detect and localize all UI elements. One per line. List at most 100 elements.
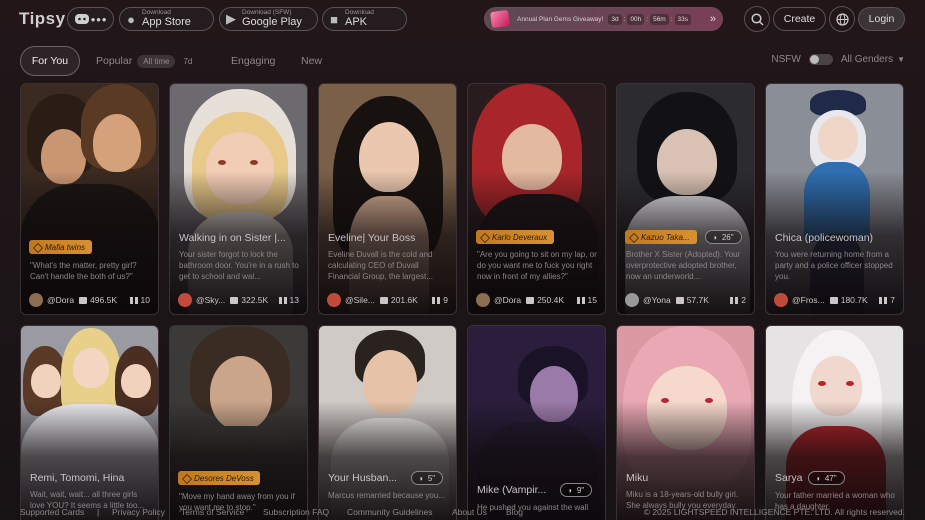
footer-link-supported-cards[interactable]: Supported Cards [20,507,84,517]
apple-icon: ● [127,11,135,27]
card-description: Eveline Duvall is the cold and calculati… [328,250,433,281]
android-icon: ■ [330,11,338,27]
card-title: Eveline| Your Boss [328,232,416,244]
character-card[interactable]: Eveline| Your Boss Eveline Duvall is the… [318,83,457,315]
top-header: Tipsy ••• ● Download App Store ▶ Download… [0,0,925,40]
store-name: APK [345,16,368,29]
tab-popular[interactable]: Popular All time 7d [96,46,198,76]
gender-dropdown[interactable]: All Genders [841,54,893,65]
sound-icon: ◗ [713,232,718,242]
avatar [476,293,490,307]
chat-icon [829,296,838,304]
character-card[interactable]: Karlo Deveraux "Are you going to sit on … [467,83,606,315]
sound-icon: ◗ [816,473,821,483]
card-title: Walking in on Sister |... [179,232,286,244]
tab-for-you[interactable]: For You [20,46,80,76]
tab-popular-label: Popular [96,55,133,67]
nsfw-toggle[interactable] [808,54,833,65]
voice-duration: 26" [721,232,734,242]
avatar [327,293,341,307]
footer-link-privacy[interactable]: Privacy Policy [112,507,165,517]
card-title: Remi, Tomomi, Hina [30,472,125,484]
globe-icon [835,12,849,26]
discord-icon[interactable] [74,13,90,25]
card-stats: @Dora 496.5K 10 [29,292,150,308]
tab-new[interactable]: New [301,46,322,76]
book-count: 9 [443,295,448,305]
card-description: "What's the matter, pretty girl? Can't h… [30,261,137,281]
author-name[interactable]: @Sile... [345,295,375,305]
book-icon [432,296,441,304]
author-name[interactable]: @Sky... [196,295,225,305]
book-icon [879,296,888,304]
character-card[interactable]: Remi, Tomomi, Hina Wait, wait, wait... a… [20,325,159,520]
footer-link-terms[interactable]: Terms of Service [181,507,244,517]
voice-duration-badge[interactable]: ◗ 26" [705,230,742,244]
nsfw-label: NSFW [771,54,801,65]
voice-duration: 9" [576,485,585,495]
store-name: App Store [142,16,191,29]
chat-icon [379,296,388,304]
chevron-down-icon: ▼ [897,55,905,64]
book-count: 10 [140,295,150,305]
countdown-days: 3d [608,13,622,25]
book-icon [278,296,287,304]
login-button[interactable]: Login [858,7,905,31]
character-card[interactable]: Walking in on Sister |... Your sister fo… [169,83,308,315]
footer-link-community[interactable]: Community Guidelines [347,507,433,517]
avatar [625,293,639,307]
voice-duration-badge[interactable]: ◗ 47" [808,471,845,485]
chat-icon [79,296,88,304]
character-card[interactable]: Mafia twins "What's the matter, pretty g… [20,83,159,315]
character-tag: Mafia twins [29,240,93,254]
card-description: "Are you going to sit on my lap, or do y… [477,250,597,281]
create-button[interactable]: Create [773,7,826,31]
footer-divider: | [97,507,100,517]
voice-duration-badge[interactable]: ◗ 5" [411,471,444,485]
book-count: 2 [741,295,746,305]
card-title: Mike (Vampir... [477,484,547,496]
promo-banner[interactable]: Annual Plan Gems Giveaway! 3d : 00h : 56… [484,7,723,31]
download-apk-button[interactable]: ■ Download APK [322,7,407,31]
card-description: Your sister forgot to lock the bathroom … [179,250,299,281]
footer-link-subscription-faq[interactable]: Subscription FAQ [263,507,329,517]
footer-link-about[interactable]: About Us [452,507,487,517]
voice-duration: 5" [427,473,436,483]
filter-all-time[interactable]: All time [137,54,176,68]
footer-link-blog[interactable]: Blog [506,507,523,517]
character-grid: Mafia twins "What's the matter, pretty g… [20,83,905,520]
more-icon[interactable]: ••• [91,12,108,27]
voice-duration-badge[interactable]: ◗ 9" [560,483,593,497]
character-card[interactable]: Sarya ◗ 47" Your father married a woman w… [765,325,904,520]
author-name[interactable]: @Fros... [792,295,825,305]
social-group: ••• [67,7,114,31]
character-card[interactable]: Miku Miku is a 18-years-old bully girl. … [616,325,755,520]
character-card[interactable]: Mike (Vampir... ◗ 9" He pushed you agains… [467,325,606,520]
search-button[interactable] [744,6,770,32]
voice-duration: 47" [824,473,837,483]
logo[interactable]: Tipsy [19,9,66,29]
language-button[interactable] [829,6,855,32]
tab-engaging[interactable]: Engaging [231,46,275,76]
avatar [774,293,788,307]
character-card[interactable]: Chica (policewoman) You were returning h… [765,83,904,315]
character-card[interactable]: Your Husban... ◗ 5" Marcus remarried beca… [318,325,457,520]
author-name[interactable]: @Yona [643,295,671,305]
gem-icon [489,9,511,29]
countdown-hours: 00h [627,13,645,25]
book-icon [129,296,138,304]
card-stats: @Sile... 201.6K 9 [327,292,448,308]
author-name[interactable]: @Dora [47,295,74,305]
sound-icon: ◗ [419,473,424,483]
chat-icon [526,296,535,304]
author-name[interactable]: @Dora [494,295,521,305]
chat-icon [675,296,684,304]
chat-count: 322.5K [241,295,269,305]
download-google-play-button[interactable]: ▶ Download (SFW) Google Play [219,7,318,31]
book-count: 7 [890,295,895,305]
filter-7d[interactable]: 7d [177,55,198,68]
character-card[interactable]: Desores DeVoss "Move my hand away from y… [169,325,308,520]
chat-count: 201.6K [390,295,418,305]
character-card[interactable]: Kazuo Taka... ◗ 26" Brother X Sister (Ado… [616,83,755,315]
download-app-store-button[interactable]: ● Download App Store [119,7,214,31]
